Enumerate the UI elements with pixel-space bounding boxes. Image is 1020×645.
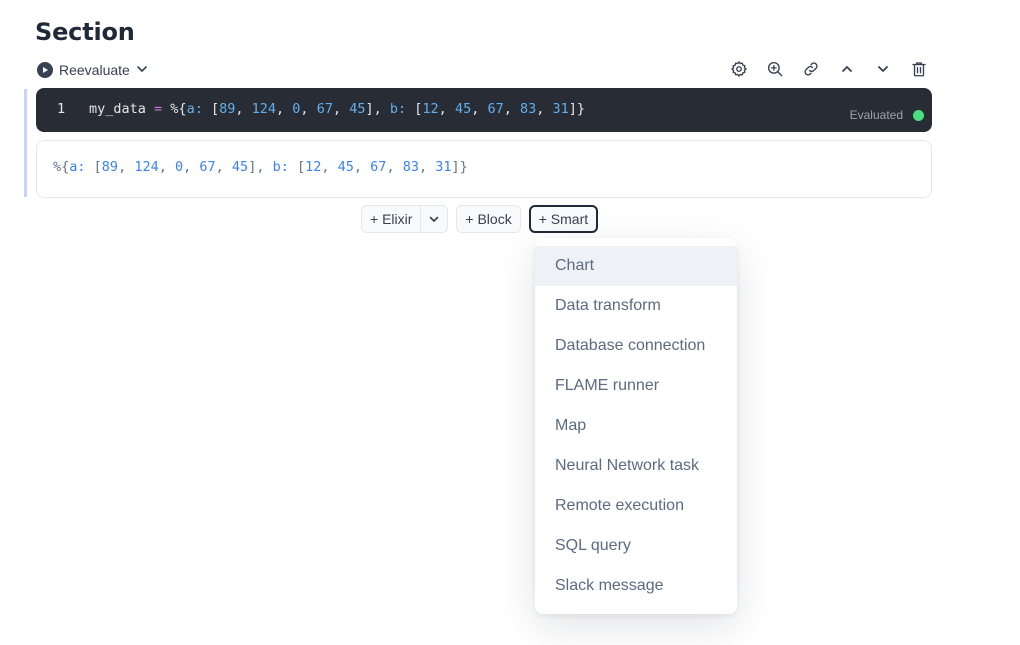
code-token: , [536,101,553,117]
menu-item-chart[interactable]: Chart [535,246,737,286]
code-token: b: [381,101,407,117]
code-token: ], [365,101,382,117]
code-token: [ [406,101,423,117]
menu-item-label: Neural Network task [555,457,700,474]
settings-icon[interactable] [728,58,750,80]
output-token: , [386,159,403,175]
output-token: 45 [337,159,354,175]
add-smart-button[interactable]: + Smart [528,205,599,233]
code-token: my_data [89,101,146,117]
output-token: , [158,159,175,175]
code-token: 45 [454,101,472,117]
output-token: 31 [435,159,452,175]
zoom-in-icon[interactable] [764,58,786,80]
code-token: 83 [520,101,537,117]
code-token: , [471,101,488,117]
add-block-button[interactable]: + Block [456,205,521,233]
code-token: 45 [349,101,366,117]
menu-item-data-transform[interactable]: Data transform [535,286,737,326]
code-token: , [503,101,520,117]
code-token: , [300,101,317,117]
reevaluate-button[interactable]: Reevaluate [37,59,148,81]
code-token: , [438,101,455,117]
menu-item-label: Map [555,417,587,434]
code-token: , [332,101,350,117]
code-token: , [276,101,293,117]
output-token: 12 [305,159,322,175]
status-label: Evaluated [849,108,903,122]
code-token: , [235,101,252,117]
add-elixir-button[interactable]: + Elixir [362,211,420,227]
menu-item-label: Data transform [555,297,661,314]
smart-cell-menu: Chart Data transform Database connection… [535,238,737,614]
add-smart-label: + Smart [538,211,589,227]
code-token: ]} [568,101,586,117]
code-line[interactable]: my_data = %{a: [89, 124, 0, 67, 45], b: … [89,101,585,117]
output-token: 45 [231,159,249,175]
output-token: 124 [134,159,159,175]
reevaluate-label: Reevaluate [59,62,130,78]
menu-item-neural-network-task[interactable]: Neural Network task [535,446,737,486]
code-editor[interactable]: 1 my_data = %{a: [89, 124, 0, 67, 45], b… [36,88,932,132]
output-token: ], [248,159,265,175]
cell-toolbar [728,58,930,80]
output-token: 0 [174,159,184,175]
link-icon[interactable] [800,58,822,80]
chevron-down-icon[interactable] [420,206,447,232]
status-dot [913,109,924,121]
output-token: 67 [199,159,216,175]
trash-icon[interactable] [908,58,930,80]
add-block-label: + Block [465,211,512,227]
output-token: , [353,159,371,175]
line-number: 1 [57,101,66,117]
output-token: 67 [370,159,387,175]
output-token: 89 [101,159,119,175]
menu-item-database-connection[interactable]: Database connection [535,326,737,366]
chevron-down-icon [136,62,148,78]
output-token: [ [288,159,306,175]
code-token: 12 [422,101,439,117]
code-token: %{ [170,101,187,117]
chevron-up-icon[interactable] [836,58,858,80]
output-token: , [183,159,200,175]
code-token: 124 [251,101,277,117]
code-token: 67 [487,101,504,117]
add-elixir-button-group: + Elixir [361,205,449,233]
section-title[interactable]: Section [35,18,135,46]
evaluation-status: Evaluated [850,108,924,122]
output-text: %{a: [89, 124, 0, 67, 45], b: [12, 45, 6… [53,159,468,175]
code-token: a: [186,101,203,117]
chevron-down-icon[interactable] [872,58,894,80]
play-icon [37,62,53,78]
output-token: , [118,159,135,175]
menu-item-label: Slack message [555,577,664,594]
output-token: , [418,159,436,175]
output-token: , [215,159,232,175]
menu-item-label: Remote execution [555,497,684,514]
output-token: %{ [53,159,70,175]
menu-item-label: Chart [555,257,595,274]
menu-item-remote-execution[interactable]: Remote execution [535,486,737,526]
menu-item-label: Database connection [555,337,706,354]
code-token: [ [202,101,220,117]
cell-focus-indicator [24,89,27,197]
output-token: ]} [451,159,468,175]
code-token: 89 [219,101,236,117]
code-token: 67 [316,101,333,117]
menu-item-sql-query[interactable]: SQL query [535,526,737,566]
insert-bar: + Elixir + Block + Smart [361,205,599,233]
cell-output: %{a: [89, 124, 0, 67, 45], b: [12, 45, 6… [36,140,932,198]
menu-item-map[interactable]: Map [535,406,737,446]
code-token: = [145,101,171,117]
menu-item-label: SQL query [555,537,631,554]
output-token: 83 [402,159,419,175]
code-token: 31 [552,101,569,117]
menu-item-flame-runner[interactable]: FLAME runner [535,366,737,406]
menu-item-label: FLAME runner [555,377,660,394]
output-token: b: [264,159,289,175]
menu-item-slack-message[interactable]: Slack message [535,566,737,606]
output-token: a: [69,159,86,175]
output-token: , [321,159,338,175]
output-token: [ [85,159,102,175]
